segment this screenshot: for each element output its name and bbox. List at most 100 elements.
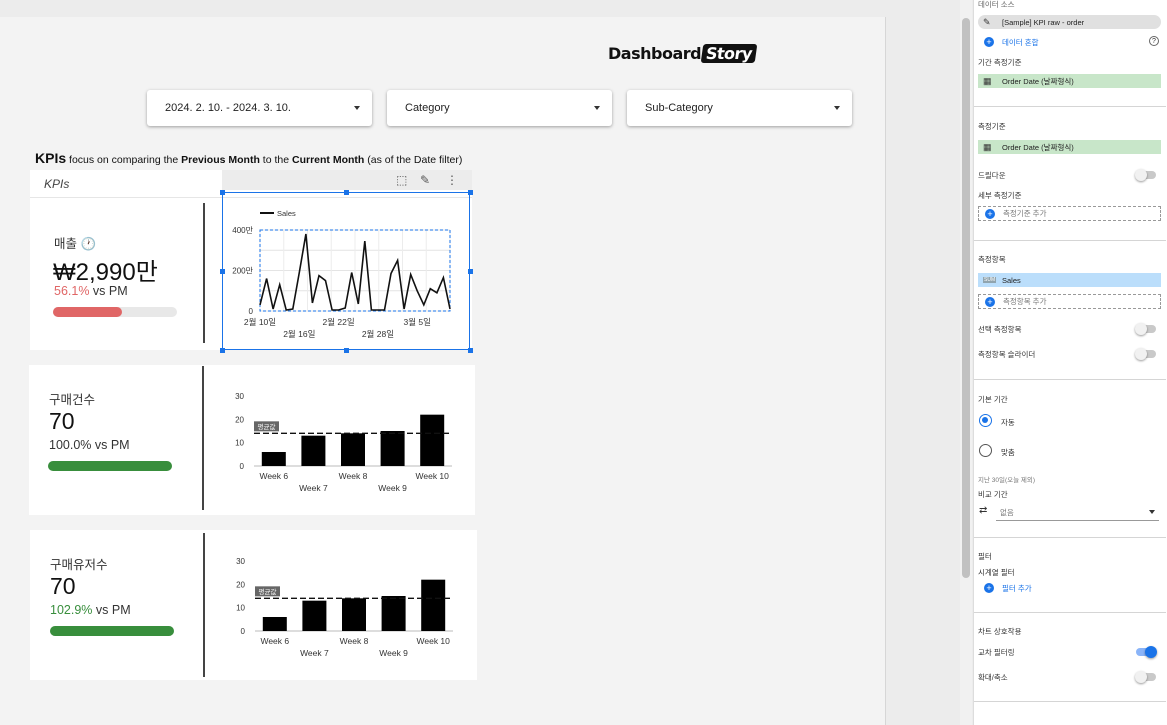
metric-label: 측정항목: [978, 255, 1006, 264]
card-divider: [203, 203, 205, 343]
plus-icon: +: [984, 583, 994, 593]
delta-percent: 100.0% vs PM: [49, 438, 130, 452]
last-30-days-text: 지난 30일(오늘 제외): [978, 477, 1036, 484]
x-tick-label: 2월 16일: [283, 329, 315, 339]
metric-name-orders: 구매건수: [49, 393, 96, 407]
add-filter-button[interactable]: + 필터 추가: [978, 581, 1161, 595]
date-range-dimension-chip[interactable]: ▦ Order Date (날짜형식): [978, 74, 1161, 88]
x-tick-label: 3월 5일: [404, 317, 431, 327]
bar: [381, 596, 406, 631]
metric-name-sales: 매출 🕐: [54, 233, 96, 252]
scrollbar-thumb[interactable]: [962, 18, 970, 578]
metric-text: Sales: [1002, 275, 1021, 285]
blend-data-link[interactable]: + 데이터 혼합: [978, 35, 1161, 49]
progress-bar-sales: [53, 307, 177, 317]
sub-category-filter[interactable]: Sub-Category: [627, 90, 852, 126]
cross-filter-toggle[interactable]: [1136, 646, 1157, 658]
progress-fill: [48, 461, 172, 471]
custom-option-text: 맞춤: [1001, 448, 1015, 457]
progress-bar-users: [50, 626, 174, 636]
calendar-icon: ▦: [983, 76, 992, 86]
delta-suffix: vs PM: [92, 603, 131, 617]
progress-bar-orders: [48, 461, 172, 471]
y-tick-label: 400만: [232, 226, 253, 235]
card-divider: [203, 533, 205, 677]
metric-section: 측정항목 SUM Sales + 측정항목 추가 선택 측정항목 측정항목 슬라이더: [974, 242, 1166, 380]
resize-handle[interactable]: [467, 189, 473, 195]
dimension-label: 측정기준: [978, 122, 1006, 131]
bar: [420, 414, 445, 466]
y-tick-label: 10: [235, 439, 244, 448]
series-filter-label: 시계열 필터: [978, 568, 1015, 577]
resize-handle[interactable]: [343, 347, 349, 353]
dimension-section: 측정기준 ▦ Order Date (날짜형식) 드릴다운 세부 측정기준 + 측정…: [974, 108, 1166, 241]
custom-radio[interactable]: [979, 444, 992, 457]
x-tick-label: Week 9: [378, 483, 407, 493]
logo-accent-text: Story: [700, 44, 758, 63]
compare-select[interactable]: 없음: [996, 503, 1159, 521]
pencil-icon: ✎: [983, 17, 991, 27]
add-dimension-button[interactable]: + 측정기준 추가: [978, 206, 1161, 221]
compare-value: 없음: [1000, 508, 1014, 517]
blend-data-text: 데이터 혼합: [1002, 37, 1039, 47]
bar: [261, 452, 286, 466]
clock-icon: 🕐: [80, 237, 97, 251]
delta-percent: 102.9%: [50, 603, 93, 617]
zoom-toggle[interactable]: [1135, 671, 1156, 683]
x-tick-label: 2월 10일: [244, 317, 276, 327]
resize-handle[interactable]: [219, 189, 225, 195]
add-metric-button[interactable]: + 측정항목 추가: [978, 294, 1161, 309]
auto-radio[interactable]: [979, 414, 992, 427]
orders-bar-chart[interactable]: 0 10 20 30 Week 6 Week 7 Week 8 Week 9 Week 10 평균…: [222, 385, 462, 497]
category-filter[interactable]: Category: [387, 90, 612, 126]
select-area-icon[interactable]: ⬚: [396, 173, 407, 187]
data-source-chip[interactable]: ✎ [Sample] KPI raw - order: [978, 15, 1161, 29]
metric-name-users: 구매유저수: [50, 558, 108, 572]
metric-delta-sales: 56.1% vs PM: [54, 284, 128, 298]
optional-metric-label: 선택 측정항목: [978, 325, 1022, 334]
compare-label: 비교 기간: [978, 490, 1008, 499]
properties-panel: 데이터 소스 ✎ [Sample] KPI raw - order + 데이터 혼합…: [973, 0, 1167, 725]
kpi-heading: KPIs focus on comparing the Previous Mon…: [35, 150, 462, 166]
metric-slider-toggle[interactable]: [1135, 348, 1156, 360]
metric-value-orders: 70: [49, 408, 75, 434]
y-tick-label: 200만: [232, 267, 253, 276]
delta-percent: 56.1%: [54, 284, 90, 298]
users-bar-chart[interactable]: 0 10 20 30 Week 6 Week 7 Week 8 Week 9 Week 10 평균…: [223, 550, 463, 662]
sales-line-chart[interactable]: 0 200만 400만 2월 10일 2월 22일 3월 5일 2월 16일 2월 28일 Sa…: [222, 192, 470, 350]
resize-handle[interactable]: [219, 268, 225, 274]
canvas-scrollbar[interactable]: [960, 0, 972, 725]
bar: [421, 579, 446, 631]
date-range-filter[interactable]: 2024. 2. 10. - 2024. 3. 10.: [147, 90, 372, 126]
resize-handle[interactable]: [219, 347, 225, 353]
bar: [342, 598, 366, 631]
toggle-knob: [1135, 323, 1147, 335]
edit-pencil-icon[interactable]: ✎: [420, 173, 430, 187]
optional-metric-toggle[interactable]: [1135, 323, 1156, 335]
drilldown-toggle[interactable]: [1135, 169, 1156, 181]
bar: [262, 617, 287, 631]
kpi-heading-title: KPIs: [35, 150, 67, 166]
x-tick-label: Week 7: [300, 648, 329, 658]
metric-chip[interactable]: SUM Sales: [978, 273, 1161, 287]
data-source-title: 데이터 소스: [978, 0, 1015, 9]
resize-handle[interactable]: [467, 268, 473, 274]
resize-handle[interactable]: [467, 347, 473, 353]
bar: [302, 600, 327, 631]
compare-arrows-icon: ⇄: [979, 505, 988, 516]
plus-icon: +: [984, 37, 994, 47]
more-vert-icon[interactable]: ⋮: [446, 173, 458, 187]
x-tick-label: Week 7: [299, 483, 328, 493]
sum-badge: SUM: [983, 277, 997, 283]
plus-icon: +: [985, 297, 995, 307]
zoom-label: 확대/축소: [978, 673, 1008, 682]
y-tick-label: 0: [249, 307, 254, 316]
metric-delta-users: 102.9% vs PM: [50, 603, 131, 617]
dimension-chip[interactable]: ▦ Order Date (날짜형식): [978, 140, 1161, 154]
resize-handle[interactable]: [343, 189, 349, 195]
help-icon[interactable]: ?: [1149, 36, 1159, 46]
card-title: KPIs: [44, 177, 70, 191]
y-tick-label: 10: [236, 604, 245, 613]
toggle-knob: [1135, 671, 1147, 683]
interaction-label: 차트 상호작용: [978, 627, 1022, 636]
